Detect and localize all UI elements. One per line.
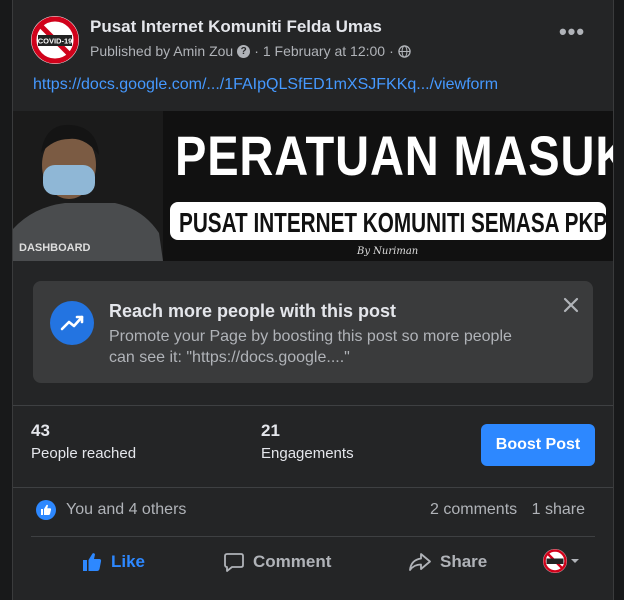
covid-logo-icon xyxy=(543,549,567,573)
share-button[interactable]: Share xyxy=(408,547,487,577)
page-avatar-small xyxy=(543,549,567,573)
banner-title: PERATUAN MASUK xyxy=(175,124,613,187)
boost-promo-box: Reach more people with this post Promote… xyxy=(33,281,593,383)
globe-icon[interactable] xyxy=(398,44,411,58)
meta-separator: · xyxy=(254,43,259,59)
post-timestamp[interactable]: 1 February at 12:00 xyxy=(263,43,385,59)
published-by[interactable]: Published by Amin Zou xyxy=(90,43,233,59)
engagements-count: 21 xyxy=(261,421,280,440)
people-reached-count: 43 xyxy=(31,421,50,440)
page-name-link[interactable]: Pusat Internet Komuniti Felda Umas xyxy=(90,17,382,37)
people-reached-label: People reached xyxy=(31,445,137,462)
engagement-counts: 2 comments 1 share xyxy=(430,501,585,519)
svg-text:DASHBOARD: DASHBOARD xyxy=(19,242,91,254)
promo-title: Reach more people with this post xyxy=(109,301,397,321)
shares-count[interactable]: 1 share xyxy=(532,501,585,518)
engagements-label: Engagements xyxy=(261,445,354,462)
post-image[interactable]: DASHBOARD PERATUAN MASUK PUSAT INTERNET … xyxy=(13,111,613,261)
svg-text:COVID-19: COVID-19 xyxy=(38,37,73,46)
question-icon[interactable]: ? xyxy=(237,44,251,58)
post-card: COVID-19 Pusat Internet Komuniti Felda U… xyxy=(12,0,614,600)
comment-icon xyxy=(224,553,244,572)
thumbs-up-icon xyxy=(83,553,102,571)
person-photo: DASHBOARD xyxy=(13,111,163,261)
meta-separator: · xyxy=(389,43,394,59)
post-link[interactable]: https://docs.google.com/.../1FAIpQLSfED1… xyxy=(33,76,498,94)
boost-post-button[interactable]: Boost Post xyxy=(481,424,595,466)
page-avatar[interactable]: COVID-19 xyxy=(31,16,79,64)
caret-down-icon xyxy=(571,559,579,563)
share-label: Share xyxy=(440,552,488,571)
divider xyxy=(13,487,613,488)
banner-subtitle: PUSAT INTERNET KOMUNITI SEMASA PKP xyxy=(179,207,608,238)
promo-description: Promote your Page by boosting this post … xyxy=(109,328,512,366)
divider xyxy=(31,536,595,537)
like-button[interactable]: Like xyxy=(81,547,145,577)
comments-count[interactable]: 2 comments xyxy=(430,501,517,518)
like-label: Like xyxy=(111,552,146,571)
post-meta: Published by Amin Zou ? · 1 February at … xyxy=(90,43,411,59)
comment-label: Comment xyxy=(253,552,332,571)
trending-up-icon xyxy=(50,301,94,345)
like-reaction-icon[interactable] xyxy=(36,500,56,520)
divider xyxy=(13,405,613,406)
close-icon[interactable] xyxy=(559,293,583,317)
banner-credit: By Nuriman xyxy=(357,246,419,257)
post-as-selector[interactable] xyxy=(543,549,580,573)
covid-logo-icon: COVID-19 xyxy=(31,16,79,64)
more-options-icon[interactable]: ••• xyxy=(557,21,587,52)
comment-button[interactable]: Comment xyxy=(223,547,331,577)
reactions-summary[interactable]: You and 4 others xyxy=(66,501,186,519)
share-icon xyxy=(409,553,431,571)
